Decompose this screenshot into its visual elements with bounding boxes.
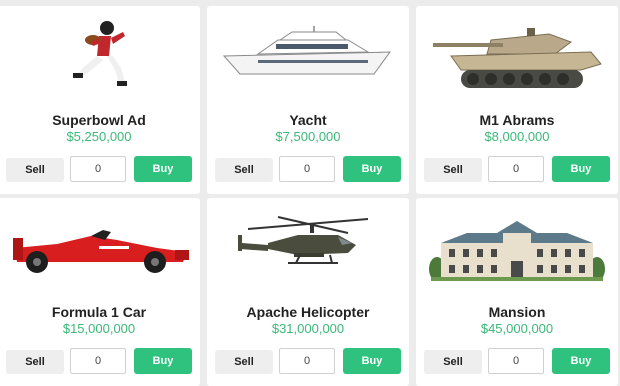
item-name: Yacht [289, 112, 327, 128]
tank-icon [416, 6, 618, 106]
sell-button[interactable]: Sell [215, 158, 273, 182]
quantity-input[interactable] [488, 156, 544, 182]
item-price: $15,000,000 [62, 321, 136, 336]
item-card-superbowl-ad: Superbowl Ad $5,250,000 Sell Buy [0, 6, 200, 194]
quantity-input[interactable] [279, 156, 335, 182]
item-name: M1 Abrams [479, 112, 555, 128]
quantity-input[interactable] [70, 348, 126, 374]
item-card-apache-helicopter: Apache Helicopter $31,000,000 Sell Buy [207, 198, 409, 386]
item-price: $5,250,000 [66, 129, 132, 144]
mansion-icon [416, 198, 618, 298]
buy-button[interactable]: Buy [552, 348, 610, 374]
item-name: Superbowl Ad [52, 112, 146, 128]
sell-button[interactable]: Sell [424, 350, 482, 374]
buy-button[interactable]: Buy [552, 156, 610, 182]
helicopter-icon [207, 198, 409, 298]
sell-button[interactable]: Sell [6, 158, 64, 182]
item-card-m1-abrams: M1 Abrams $8,000,000 Sell Buy [416, 6, 618, 194]
buy-button[interactable]: Buy [343, 156, 401, 182]
race-car-icon [0, 198, 200, 298]
yacht-icon [207, 6, 409, 106]
sell-button[interactable]: Sell [6, 350, 64, 374]
item-price: $8,000,000 [484, 129, 550, 144]
item-price: $45,000,000 [480, 321, 554, 336]
sell-button[interactable]: Sell [215, 350, 273, 374]
quantity-input[interactable] [70, 156, 126, 182]
item-price: $31,000,000 [271, 321, 345, 336]
item-name: Formula 1 Car [51, 304, 147, 320]
football-player-icon [0, 6, 200, 106]
item-price: $7,500,000 [275, 129, 341, 144]
buy-button[interactable]: Buy [343, 348, 401, 374]
quantity-input[interactable] [279, 348, 335, 374]
item-card-yacht: Yacht $7,500,000 Sell Buy [207, 6, 409, 194]
sell-button[interactable]: Sell [424, 158, 482, 182]
buy-button[interactable]: Buy [134, 156, 192, 182]
quantity-input[interactable] [488, 348, 544, 374]
item-name: Apache Helicopter [246, 304, 370, 320]
item-name: Mansion [488, 304, 546, 320]
buy-button[interactable]: Buy [134, 348, 192, 374]
item-card-formula-1-car: Formula 1 Car $15,000,000 Sell Buy [0, 198, 200, 386]
item-card-mansion: Mansion $45,000,000 Sell Buy [416, 198, 618, 386]
